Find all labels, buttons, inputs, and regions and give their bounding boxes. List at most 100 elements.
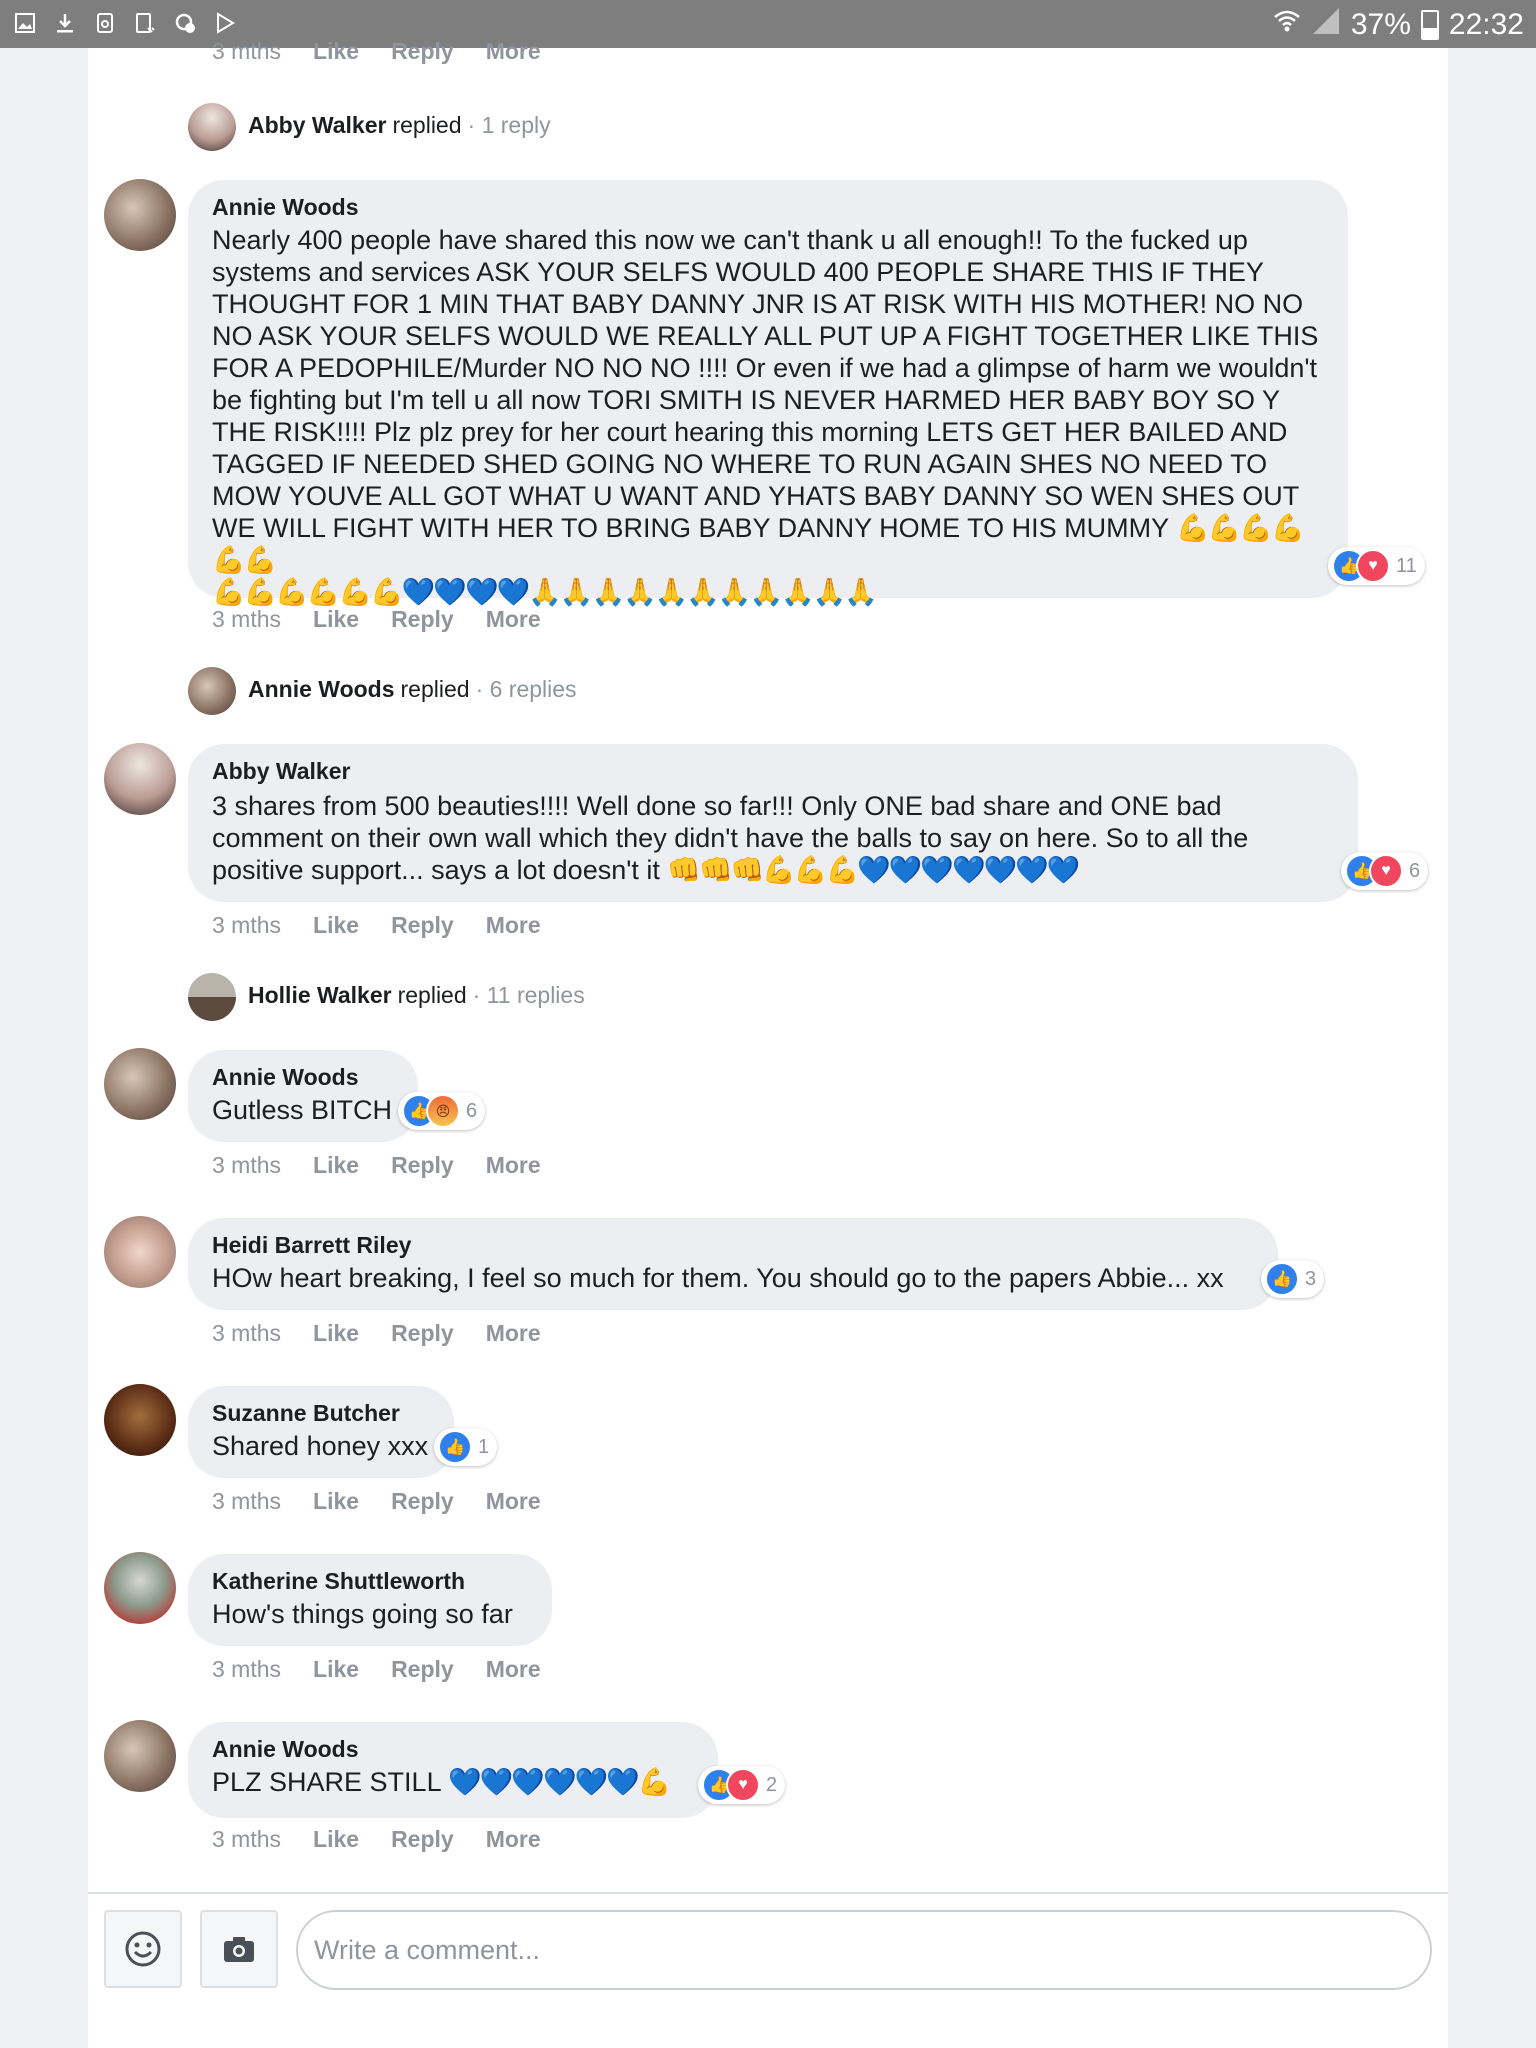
author-name[interactable]: Annie Woods [212,1734,694,1764]
more-link[interactable]: More [486,1656,541,1683]
emoji-strong: 💪 [637,1767,672,1797]
like-link[interactable]: Like [313,1488,359,1515]
reply-count[interactable]: · 6 replies [476,676,577,703]
like-link[interactable]: Like [313,38,359,65]
love-reaction-icon: ♥ [1369,854,1403,888]
reply-link[interactable]: Reply [391,38,454,65]
reply-count[interactable]: · 11 replies [473,982,585,1009]
reply-link[interactable]: Reply [391,1488,454,1515]
avatar[interactable] [188,103,236,151]
avatar[interactable] [104,1048,176,1120]
comment-bubble: Suzanne Butcher Shared honey xxx [188,1386,454,1478]
comment-time: 3 mths [212,1656,282,1682]
reaction-count: 11 [1396,554,1417,577]
avatar[interactable] [104,1720,176,1792]
author-name[interactable]: Heidi Barrett Riley [212,1230,1254,1260]
comment-time: 3 mths [212,912,282,938]
avatar[interactable] [188,973,236,1021]
like-link[interactable]: Like [313,606,359,633]
emoji-line: 👊👊👊💪💪💪💙💙💙💙💙💙💙 [667,855,1080,885]
comment-bubble: Annie Woods Gutless BITCH [188,1050,418,1142]
battery-icon [1420,10,1439,40]
camera-icon [224,1937,254,1962]
reaction-summary[interactable]: 👍 ♥ 2 [698,1766,786,1804]
comment-time: 3 mths [212,1488,282,1514]
avatar[interactable] [104,1384,176,1456]
comment-text: 3 shares from 500 beauties!!!! Well done… [212,790,1334,886]
more-link[interactable]: More [486,1826,541,1853]
like-link[interactable]: Like [313,1320,359,1347]
love-reaction-icon: ♥ [1356,549,1390,583]
avatar[interactable] [104,1216,176,1288]
more-link[interactable]: More [486,1488,541,1515]
comment-meta: 3 mths Like Reply More [212,1488,541,1515]
comment-bubble: Annie Woods Nearly 400 people have share… [188,180,1348,607]
more-link[interactable]: More [486,1152,541,1179]
emoji-pray: 🙏🙏🙏🙏🙏🙏🙏🙏🙏🙏🙏 [528,577,878,607]
replier-name[interactable]: Annie Woods [248,676,395,703]
reaction-summary[interactable]: 👍 😠 6 [398,1092,486,1130]
emoji-hearts: 💙💙💙💙💙💙💙 [857,855,1080,885]
comment-body: How's things going so far [212,1599,513,1629]
replies-summary[interactable]: Annie Woods replied · 6 replies [248,676,577,703]
reply-link[interactable]: Reply [391,606,454,633]
emoji-strong: 💪💪💪 [762,855,859,885]
emoji-button[interactable] [104,1910,182,1988]
play-store-icon [212,10,238,36]
comment-meta: 3 mths Like Reply More [212,912,541,939]
reply-count[interactable]: · 1 reply [468,112,551,139]
avatar[interactable] [104,743,176,815]
author-name[interactable]: Annie Woods [212,192,1324,222]
more-link[interactable]: More [486,1320,541,1347]
comments-panel: 3 mths Like Reply More Abby Walker repli… [88,38,1448,2048]
avatar[interactable] [188,667,236,715]
emoji-line: 💪💪💪💪💪💪💙💙💙💙🙏🙏🙏🙏🙏🙏🙏🙏🙏🙏🙏 [212,577,878,607]
author-name[interactable]: Suzanne Butcher [212,1398,430,1428]
gallery-icon [12,10,38,36]
like-link[interactable]: Like [313,912,359,939]
reaction-summary[interactable]: 👍 ♥ 6 [1341,852,1429,890]
comment-time: 3 mths [212,38,282,64]
more-link[interactable]: More [486,912,541,939]
replied-label: replied [400,676,470,702]
avatar[interactable] [104,179,176,251]
replies-summary[interactable]: Abby Walker replied · 1 reply [248,112,551,139]
author-name[interactable]: Abby Walker [212,756,1334,786]
reply-link[interactable]: Reply [391,1826,454,1853]
replied-label: replied [397,982,467,1008]
replier-name[interactable]: Abby Walker [248,112,386,139]
replier-name[interactable]: Hollie Walker [248,982,392,1009]
comment-bubble: Abby Walker 3 shares from 500 beauties!!… [188,744,1358,902]
reaction-count: 6 [466,1099,478,1122]
angry-reaction-icon: 😠 [426,1094,460,1128]
reaction-summary[interactable]: 👍 ♥ 11 [1328,547,1425,585]
comment-bubble: Annie Woods PLZ SHARE STILL 💙💙💙💙💙💙💪 [188,1722,718,1818]
comment-time: 3 mths [212,1826,282,1852]
emoji-line: 💙💙💙💙💙💙💪 [448,1767,672,1797]
emoji-hearts: 💙💙💙💙 [401,577,530,607]
comment-meta: 3 mths Like Reply More [212,1320,541,1347]
author-name[interactable]: Annie Woods [212,1062,394,1092]
like-link[interactable]: Like [313,1826,359,1853]
battery-percent: 37% [1350,8,1411,41]
reply-link[interactable]: Reply [391,1152,454,1179]
replies-summary[interactable]: Hollie Walker replied · 11 replies [248,982,585,1009]
love-reaction-icon: ♥ [726,1768,760,1802]
replied-label: replied [392,112,462,138]
reply-link[interactable]: Reply [391,1320,454,1347]
more-link[interactable]: More [486,38,541,65]
reply-link[interactable]: Reply [391,912,454,939]
reaction-summary[interactable]: 👍 3 [1261,1260,1325,1298]
camera-button[interactable] [200,1910,278,1988]
reply-link[interactable]: Reply [391,1656,454,1683]
reaction-summary[interactable]: 👍 1 [434,1428,498,1466]
emoji-hearts: 💙💙💙💙💙💙 [448,1767,640,1797]
avatar[interactable] [104,1552,176,1624]
comment-input[interactable] [296,1910,1432,1990]
like-link[interactable]: Like [313,1656,359,1683]
signal-icon [1311,6,1341,44]
like-link[interactable]: Like [313,1152,359,1179]
comment-body: Gutless BITCH [212,1095,393,1125]
more-link[interactable]: More [486,606,541,633]
author-name[interactable]: Katherine Shuttleworth [212,1566,528,1596]
